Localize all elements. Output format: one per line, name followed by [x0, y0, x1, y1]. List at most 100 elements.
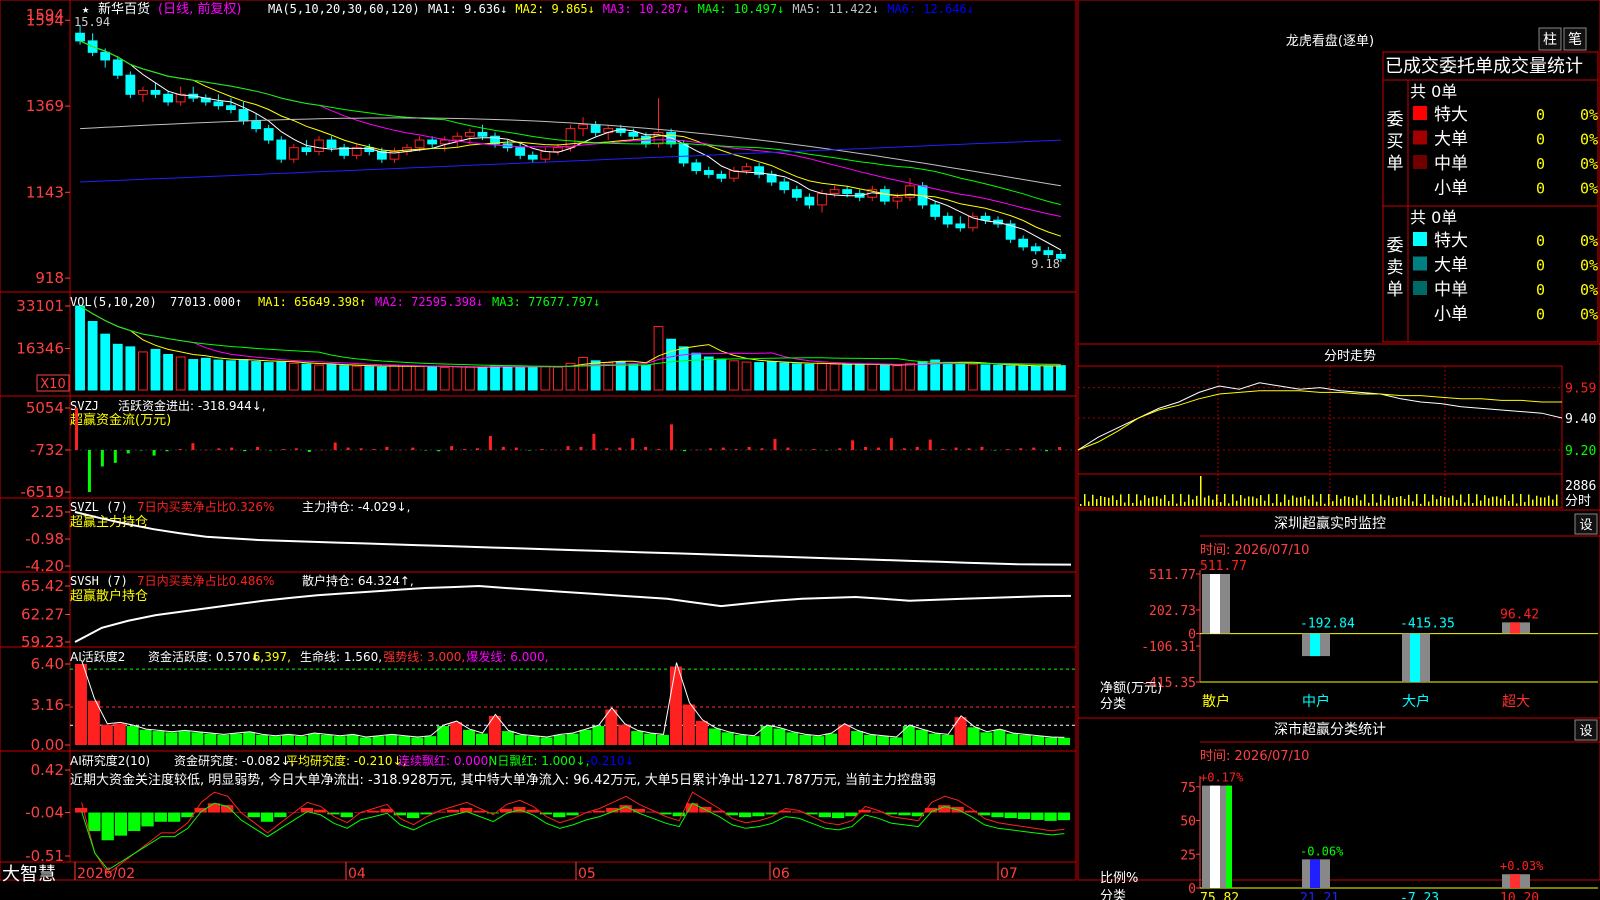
x-axis-label: 07: [1000, 866, 1018, 882]
candle-body: [414, 139, 425, 149]
intraday-vol-bar: [1512, 494, 1514, 506]
intraday-vol-bar: [1448, 497, 1450, 506]
vol-bar: [666, 338, 676, 391]
vol-bar: [339, 365, 350, 391]
vol-bar: [905, 362, 915, 391]
svzj-bar: [411, 447, 415, 450]
intraday-vol-bar: [1168, 501, 1170, 506]
dragon-buy-label: 单: [1387, 154, 1404, 174]
vol-bar: [842, 364, 853, 391]
vol-bar: [729, 360, 739, 391]
svzj-bar: [889, 438, 893, 450]
ai1-bar: [243, 732, 256, 745]
dragon-buy-row-pct: 0%: [1580, 155, 1598, 173]
vol-bar: [967, 363, 978, 391]
intraday-vol-bar: [1400, 496, 1402, 506]
ai2-item-1: 资金研究度: -0.082↓,: [174, 753, 294, 768]
ai1-bar: [463, 729, 475, 745]
svzj-bar: [967, 448, 971, 450]
svzj-bar: [501, 446, 505, 450]
candle-body: [238, 109, 249, 122]
price-top-label: 1594: [26, 6, 64, 24]
intraday-vol-bar: [1516, 503, 1518, 506]
svzj-bar: [592, 433, 596, 450]
svzj-bar: [838, 448, 842, 450]
ratio-tick-label: 25: [1180, 848, 1196, 863]
ai1-bar: [747, 736, 760, 745]
vol-bar: [942, 361, 953, 391]
ai2-bar: [991, 812, 1004, 818]
price-tick-label: 918: [35, 269, 64, 287]
price-tick-label: 1143: [26, 183, 64, 201]
candle-body: [464, 131, 475, 137]
svzj-bar: [799, 449, 803, 451]
ai1-bar: [954, 717, 967, 745]
candle-body: [741, 166, 752, 172]
ai1-bar: [993, 729, 1006, 745]
vol-bar: [464, 366, 475, 391]
vol-tick-label: 16346: [16, 340, 64, 358]
candle-body: [138, 89, 148, 95]
vol-bar: [892, 365, 903, 391]
ai2-bar: [592, 810, 606, 813]
intraday-vol-bar: [1344, 496, 1346, 506]
dragon-sell-label: 卖: [1387, 258, 1404, 278]
intraday-vol-bar: [1272, 503, 1274, 506]
intraday-vol-bar: [1288, 499, 1290, 506]
vol-bar: [200, 357, 211, 391]
vol-bar: [163, 353, 173, 391]
dragon-title: 龙虎看盘(逐单): [1286, 33, 1374, 49]
intraday-vol-bar: [1372, 494, 1374, 506]
intraday-vol-bar: [1208, 495, 1210, 506]
ai1-bar: [928, 733, 941, 745]
svzj-bar: [75, 408, 78, 450]
intraday-vol-bar: [1268, 494, 1270, 506]
ai1-bar: [281, 734, 294, 745]
ai1-tick-label: 3.16: [31, 696, 64, 714]
svzl-value: 主力持仓: -4.029↓,: [302, 499, 410, 514]
intraday-vol-bar: [1196, 495, 1198, 506]
ai2-bar: [1044, 812, 1057, 821]
vol-bar: [754, 362, 765, 391]
vol-bar: [1018, 365, 1029, 391]
svzj-bar: [113, 449, 117, 463]
svzj-bar: [670, 424, 674, 450]
intraday-vol-bar: [1304, 495, 1306, 506]
ai1-bar: [346, 734, 359, 745]
vol-bar: [678, 346, 689, 391]
ai2-bar: [88, 812, 101, 832]
svzj-bar: [191, 443, 195, 450]
intraday-vol-bar: [1416, 494, 1418, 506]
vol-ma1-line: [79, 305, 1061, 368]
dragon-buy-row-value: 0: [1536, 180, 1545, 198]
intraday-vol-bar: [1504, 494, 1506, 506]
intraday-vol-bar: [1388, 495, 1390, 506]
svzj-bar: [204, 449, 208, 451]
svzj-bar: [1058, 446, 1062, 450]
candle-body: [326, 139, 337, 149]
svzj-bar: [243, 449, 247, 452]
monitor-title: 深圳超赢实时监控: [1274, 515, 1386, 532]
intraday-vol-bar: [1424, 494, 1426, 506]
svzj-bar: [398, 449, 402, 451]
candle-body: [276, 139, 287, 160]
vol-bar: [515, 366, 526, 391]
ai2-bar: [845, 812, 858, 817]
main-chart-svg: ★ 新华百货 (日线, 前复权) MA(5,10,20,30,60,120) MA1: …: [0, 0, 1600, 900]
ai1-bar: [876, 736, 889, 745]
ai1-bar: [87, 700, 100, 745]
svzl-ratio: 7日内买卖净占比0.326%: [137, 499, 274, 514]
vol-bar: [817, 363, 827, 391]
intraday-vol-bar: [1376, 502, 1378, 506]
x-axis-label: 06: [772, 866, 790, 882]
intraday-vol-bar: [1100, 496, 1102, 506]
svzj-tick-label: -732: [30, 441, 64, 459]
dragon-sell-row-pct: 0%: [1580, 306, 1598, 324]
ratio-time: 时间: 2026/07/10: [1200, 749, 1309, 764]
svzj-bar: [579, 446, 583, 450]
dragon-sell-swatch: [1413, 281, 1427, 295]
candle-body: [930, 204, 941, 217]
intraday-vol-bar: [1248, 496, 1250, 506]
vol-bar: [213, 359, 224, 391]
ai1-bar: [424, 736, 437, 745]
